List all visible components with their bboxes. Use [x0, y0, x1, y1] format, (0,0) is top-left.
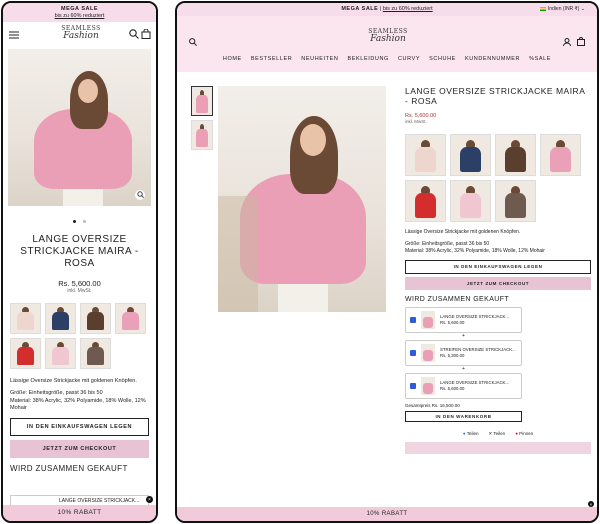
nav-item[interactable]: CURVY — [398, 56, 420, 62]
pinterest-share[interactable]: ● Pinnen — [515, 431, 533, 437]
color-swatch[interactable] — [540, 134, 581, 177]
nav-item[interactable]: KUNDENNUMMER — [465, 56, 520, 62]
nav-item[interactable]: BEKLEIDUNG — [347, 56, 388, 62]
announcement-subtitle[interactable]: bis zu 60% reduziert — [3, 13, 156, 20]
desktop-view: MEGA SALE | bis zu 60% reduziert Indien … — [175, 1, 599, 523]
color-swatch[interactable] — [450, 180, 491, 223]
discount-bar[interactable]: 10% RABATT — [177, 507, 597, 521]
color-swatches — [3, 294, 156, 369]
add-bundle-button[interactable]: IN DEN WARENKORB — [405, 411, 522, 423]
color-swatch[interactable] — [495, 180, 536, 223]
product-material: Material: 38% Acrylic, 32% Polyamide, 18… — [405, 248, 545, 255]
checkout-button[interactable]: JETZT ZUM CHECKOUT — [405, 277, 591, 291]
close-icon[interactable]: × — [588, 501, 594, 507]
close-icon[interactable]: × — [146, 496, 153, 503]
bundle-item-image — [421, 344, 435, 363]
currency-selector[interactable]: Indien (INR ₹) ⌄ — [540, 3, 585, 16]
pinterest-icon: ● — [515, 431, 518, 437]
bundle-item[interactable]: LANGE OVERSIZE STRICKJACK... Rs. 5,600.00 — [405, 373, 522, 400]
bundle-list: LANGE OVERSIZE STRICKJACK... Rs. 5,600.00… — [405, 307, 522, 400]
x-share[interactable]: ✕ Teilen — [488, 431, 505, 437]
color-swatch[interactable] — [405, 180, 446, 223]
cart-icon[interactable] — [141, 28, 151, 39]
bundle-plus: + — [462, 366, 465, 373]
bundle-heading: WIRD ZUSAMMEN GEKAUFT — [10, 464, 128, 474]
product-size: Größe: Einheitsgröße, passt 36 bis 50 — [10, 390, 103, 397]
logo[interactable]: SEAMLESS Fashion — [59, 25, 103, 41]
product-title: LANGE OVERSIZE STRICKJACKE MAIRA - ROSA — [405, 86, 585, 107]
bundle-item[interactable]: LANGE OVERSIZE STRICKJACK... Rs. 5,600.00 — [405, 307, 522, 334]
product-title: LANGE OVERSIZE STRICKJACKE MAIRA - ROSA — [20, 233, 139, 269]
checkbox[interactable] — [410, 317, 416, 324]
main-nav: HOME BESTSELLER NEUHEITEN BEKLEIDUNG CURVY SC… — [177, 56, 597, 62]
gallery-thumb[interactable] — [191, 120, 213, 150]
search-icon[interactable] — [189, 38, 197, 46]
product-material: Material: 38% Acrylic, 32% Polyamide, 18… — [10, 397, 146, 412]
nav-item[interactable]: NEUHEITEN — [301, 56, 338, 62]
product-size: Größe: Einheitsgröße, passt 36 bis 50 — [405, 241, 490, 248]
mobile-header: SEAMLESS Fashion — [3, 21, 156, 49]
add-to-cart-button[interactable]: IN DEN EINKAUFSWAGEN LEGEN — [10, 418, 149, 437]
color-swatch[interactable] — [10, 337, 41, 369]
product-price: Rs. 5,600.00 — [58, 278, 101, 288]
mobile-view: MEGA SALE bis zu 60% reduziert SEAMLESS F… — [1, 1, 158, 523]
bundle-plus: + — [462, 333, 465, 340]
product-description: Lässige Oversize Strickjacke mit goldene… — [10, 377, 137, 384]
image-dots[interactable] — [3, 210, 156, 228]
color-swatch[interactable] — [450, 134, 491, 177]
desktop-header: SEAMLESS Fashion HOME BESTSELLER NEUHEITEN B… — [177, 16, 597, 72]
announcement-bar[interactable]: MEGA SALE | bis zu 60% reduziert Indien … — [177, 3, 597, 16]
bundle-item[interactable]: STREIFEN OVERSIZE STRICKJACK... Rs. 5,300… — [405, 340, 522, 367]
tax-note: inkl. MwSt. — [405, 119, 427, 125]
color-swatch[interactable] — [80, 302, 111, 334]
checkbox[interactable] — [410, 383, 416, 390]
share-links: ● Teilen ✕ Teilen ● Pinnen — [405, 431, 591, 437]
color-swatch[interactable] — [45, 302, 76, 334]
announcement-title: MEGA SALE — [341, 6, 379, 12]
bundle-item-image — [421, 377, 435, 396]
color-swatch[interactable] — [115, 302, 146, 334]
color-swatch[interactable] — [45, 337, 76, 369]
checkbox[interactable] — [410, 350, 416, 357]
color-swatch[interactable] — [80, 337, 111, 369]
gallery-thumb[interactable] — [191, 86, 213, 116]
announcement-bar[interactable]: MEGA SALE bis zu 60% reduziert — [3, 3, 156, 22]
account-icon[interactable] — [563, 38, 571, 46]
bundle-total: Gesamtpreis Rs. 16,500.00 — [405, 403, 460, 409]
x-icon: ✕ — [488, 431, 493, 437]
search-icon[interactable] — [129, 28, 139, 39]
payment-button[interactable] — [405, 442, 591, 455]
add-to-cart-button[interactable]: IN DEN EINKAUFSWAGEN LEGEN — [405, 260, 591, 275]
zoom-icon[interactable] — [135, 189, 145, 200]
announcement-subtitle[interactable]: bis zu 60% reduziert — [383, 6, 433, 12]
facebook-icon: ● — [462, 431, 466, 437]
bundle-item-price: Rs. 5,600.00 — [440, 386, 465, 392]
color-swatches — [405, 134, 591, 223]
color-swatch[interactable] — [495, 134, 536, 177]
flag-icon — [540, 6, 547, 11]
logo[interactable]: SEAMLESS Fashion — [365, 29, 411, 44]
nav-item[interactable]: %SALE — [529, 56, 551, 62]
cart-icon[interactable] — [577, 37, 585, 46]
nav-item[interactable]: SCHUHE — [429, 56, 456, 62]
menu-icon[interactable] — [9, 31, 19, 39]
color-swatch[interactable] — [10, 302, 41, 334]
checkout-button[interactable]: JETZT ZUM CHECKOUT — [10, 440, 149, 459]
nav-item[interactable]: BESTSELLER — [251, 56, 292, 62]
bundle-item-image — [421, 311, 435, 330]
color-swatch[interactable] — [405, 134, 446, 177]
product-image[interactable] — [8, 48, 151, 206]
announcement-title: MEGA SALE — [61, 6, 98, 12]
nav-item[interactable]: HOME — [223, 56, 242, 62]
bundle-item-price: Rs. 5,300.00 — [440, 353, 465, 359]
discount-bar[interactable]: 10% RABATT — [3, 505, 156, 521]
product-image[interactable] — [218, 86, 386, 312]
product-description: Lässige Oversize Strickjacke mit goldene… — [405, 229, 521, 236]
facebook-share[interactable]: ● Teilen — [463, 431, 479, 437]
bundle-heading: WIRD ZUSAMMEN GEKAUFT — [405, 296, 510, 304]
gallery-thumbs — [191, 86, 213, 150]
bundle-item-price: Rs. 5,600.00 — [440, 320, 465, 326]
